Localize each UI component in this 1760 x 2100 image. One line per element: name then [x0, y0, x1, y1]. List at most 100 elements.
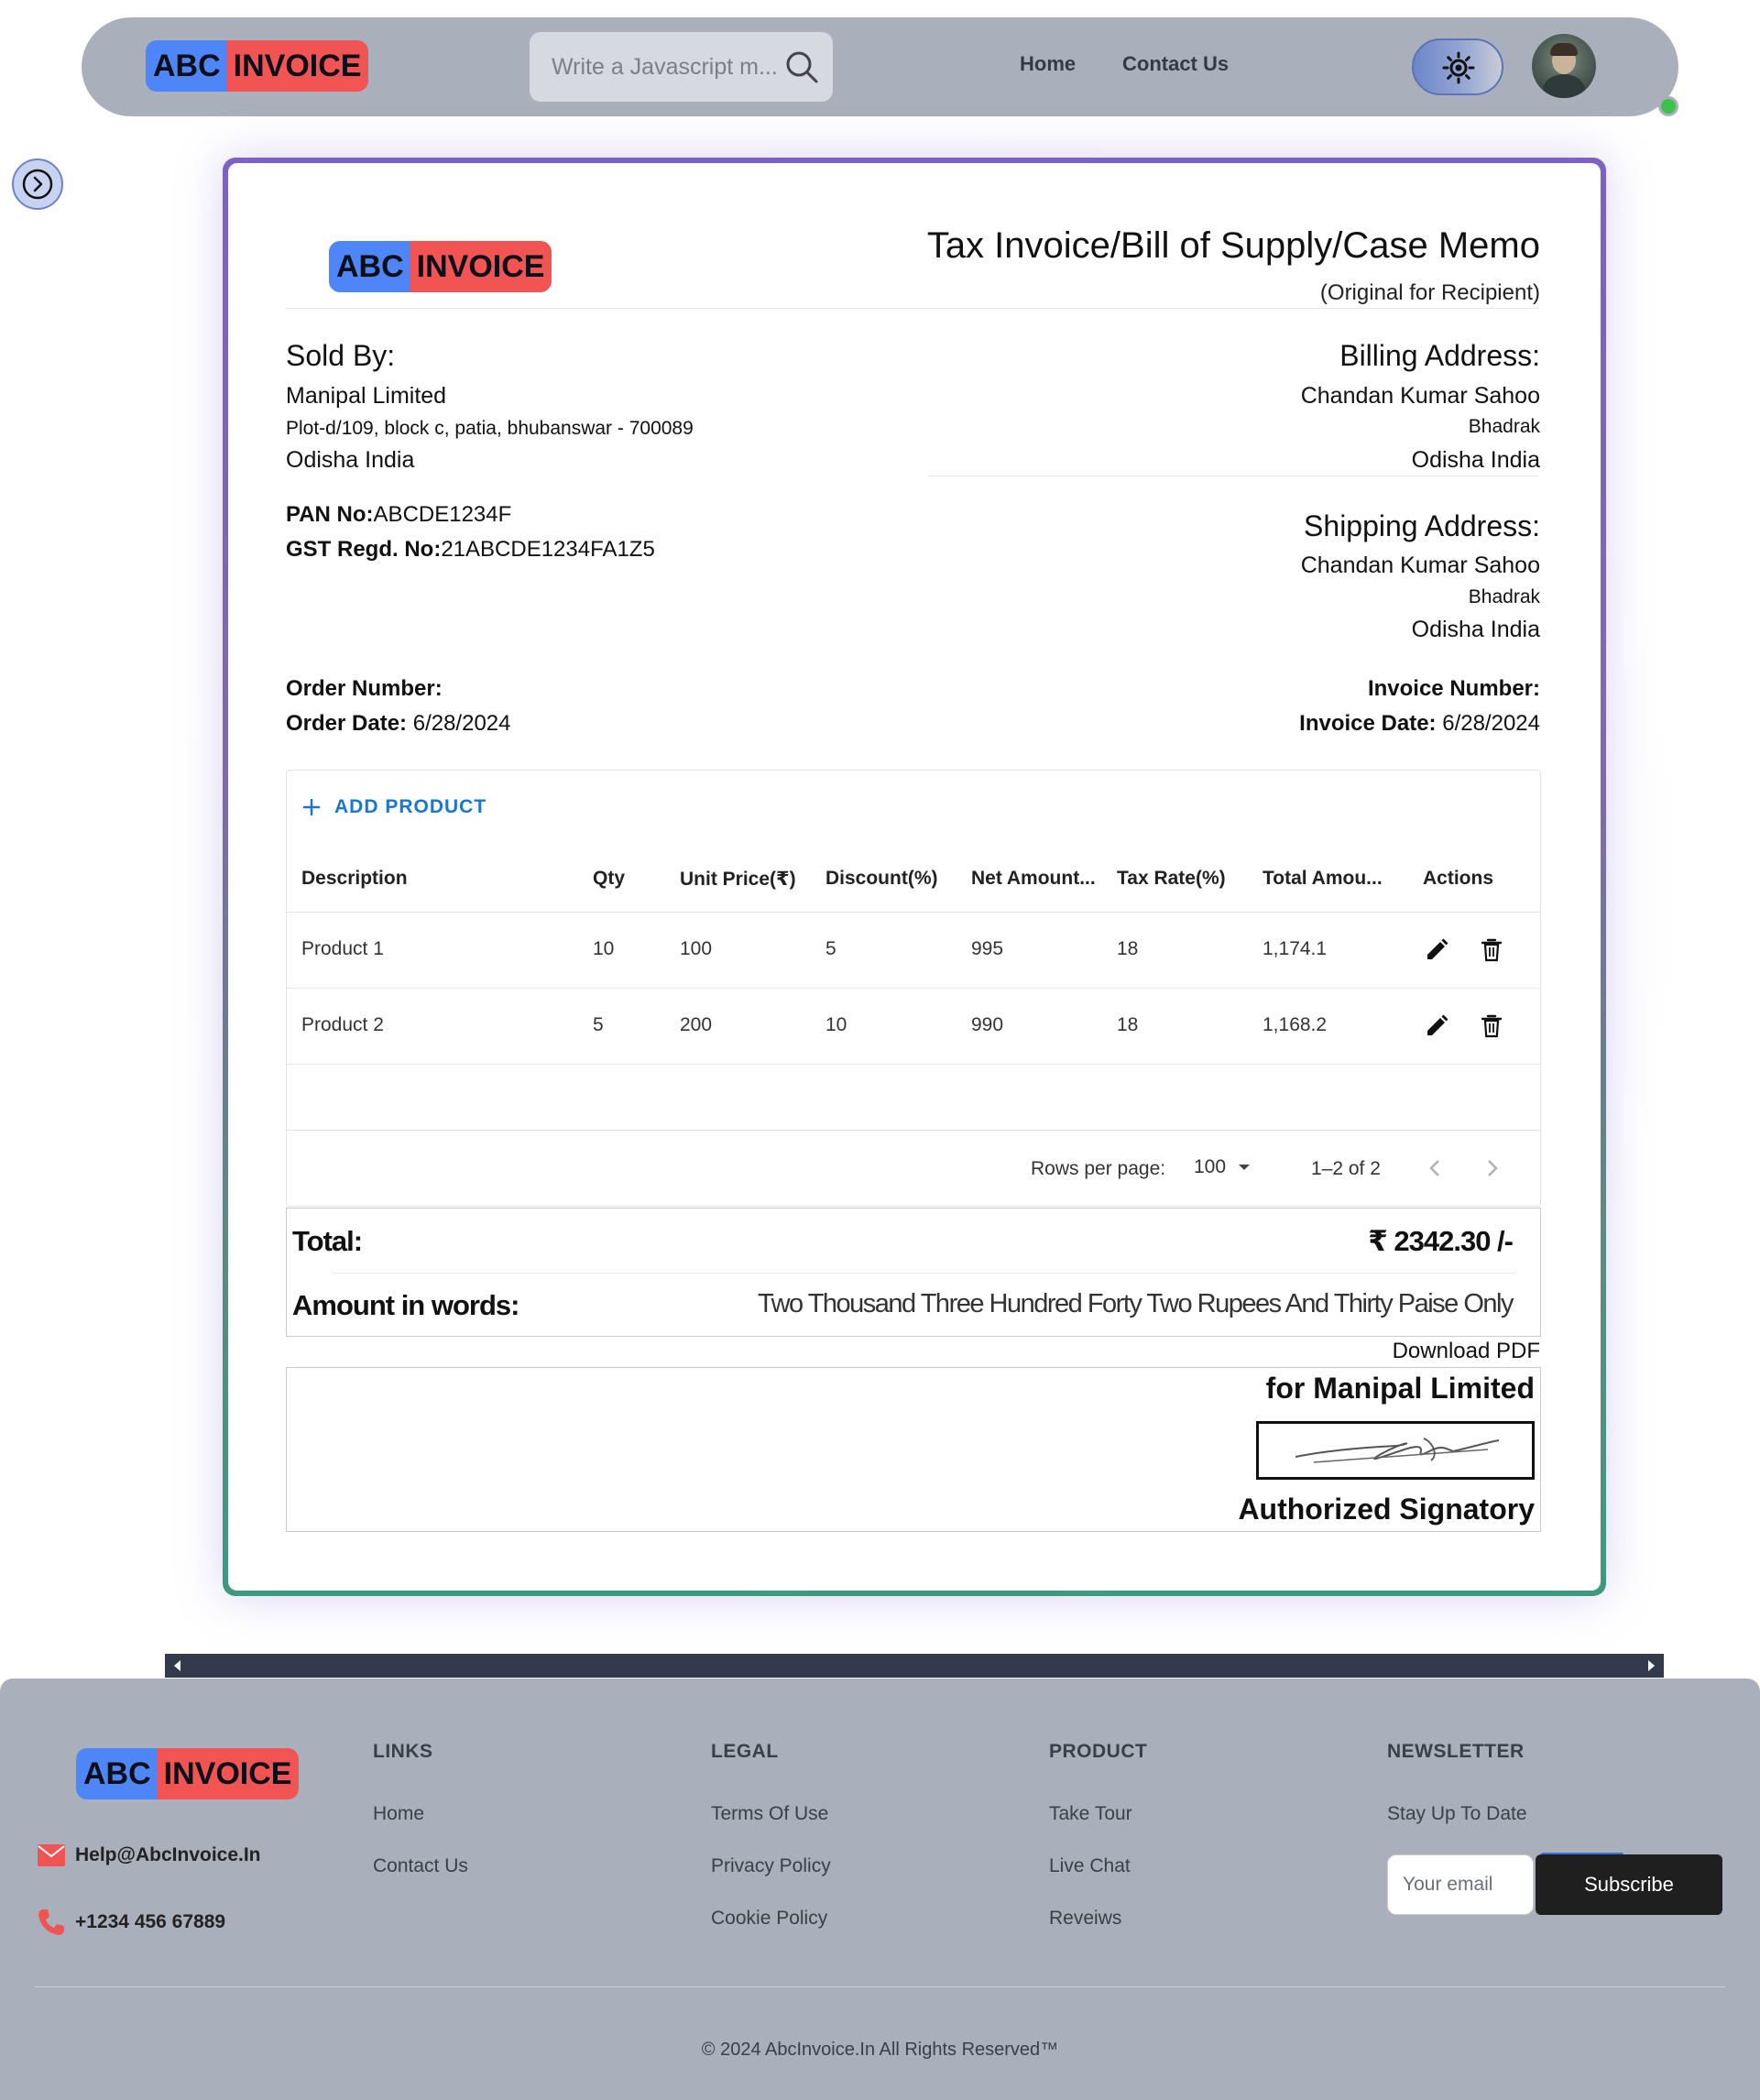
- search-box: [530, 32, 833, 102]
- cell-discount: 5: [825, 938, 836, 959]
- mail-icon: [38, 1844, 65, 1866]
- amount-in-words-value: Two Thousand Three Hundred Forty Two Rup…: [757, 1289, 1514, 1318]
- billing-state: Odisha India: [1411, 447, 1540, 473]
- billing-city: Bhadrak: [1468, 416, 1540, 437]
- shipping-city: Bhadrak: [1468, 586, 1540, 607]
- nav-link-contact[interactable]: Contact Us: [1122, 52, 1229, 76]
- order-number-label: Order Number:: [286, 676, 443, 701]
- nav-link-home[interactable]: Home: [1020, 52, 1076, 76]
- invoice-subtitle: (Original for Recipient): [1319, 280, 1540, 305]
- search-input[interactable]: [552, 49, 781, 85]
- footer-phone-text: +1234 456 67889: [75, 1911, 226, 1932]
- add-product-label: ADD PRODUCT: [334, 796, 487, 817]
- column-header[interactable]: Total Amou...: [1263, 868, 1383, 890]
- signature-box: for Manipal Limited Authorized Signatory: [286, 1367, 1541, 1532]
- column-header[interactable]: Tax Rate(%): [1117, 868, 1226, 890]
- brand-logo[interactable]: ABC INVOICE: [146, 40, 369, 92]
- delete-icon[interactable]: [1478, 1012, 1505, 1040]
- table-pagination: Rows per page: 100 1–2 of 2: [287, 1131, 1540, 1208]
- billing-heading: Billing Address:: [1339, 339, 1540, 372]
- online-status-dot: [1658, 96, 1678, 116]
- sun-icon: [1442, 51, 1475, 84]
- newsletter-email-input[interactable]: [1387, 1854, 1534, 1915]
- copyright: © 2024 AbcInvoice.In All Rights Reserved…: [701, 2040, 1059, 2060]
- product-table: ADD PRODUCT Description Qty Unit Price(₹…: [286, 770, 1541, 1207]
- cell-qty: 5: [593, 1014, 604, 1035]
- invoice-title: Tax Invoice/Bill of Supply/Case Memo: [926, 225, 1540, 266]
- amount-in-words-label: Amount in words:: [292, 1289, 519, 1321]
- gst-label: GST Regd. No:: [286, 537, 442, 562]
- signature-scribble: [1295, 1438, 1500, 1463]
- table-row[interactable]: Product 1 10 100 5 995 18 1,174.1: [287, 913, 1540, 989]
- site-footer: ABC INVOICE Help@AbcInvoice.In +1234 456…: [0, 1679, 1760, 2100]
- footer-link-reviews[interactable]: Reveiws: [1049, 1908, 1121, 1930]
- footer-link-cookie[interactable]: Cookie Policy: [711, 1908, 827, 1930]
- seller-name: Manipal Limited: [286, 383, 447, 409]
- theme-toggle-button[interactable]: [1412, 38, 1503, 95]
- signature-image: [1256, 1421, 1535, 1480]
- column-header: Actions: [1423, 868, 1494, 889]
- subscribe-button[interactable]: Subscribe: [1536, 1854, 1722, 1915]
- horizontal-scrollbar[interactable]: [165, 1654, 1664, 1678]
- order-date-value: 6/28/2024: [412, 711, 511, 736]
- invoice-card-border: ABC INVOICE Tax Invoice/Bill of Supply/C…: [223, 158, 1606, 1596]
- cell-net-amount: 995: [971, 938, 1004, 959]
- pan-value: ABCDE1234F: [373, 502, 512, 527]
- footer-link-home[interactable]: Home: [373, 1803, 424, 1825]
- table-empty-space: [287, 1065, 1540, 1131]
- table-row[interactable]: Product 2 5 200 10 990 18 1,168.2: [287, 989, 1540, 1065]
- column-header[interactable]: Qty: [593, 868, 625, 890]
- search-icon[interactable]: [783, 49, 820, 85]
- rows-per-page-value: 100: [1194, 1156, 1227, 1177]
- scroll-left-arrow-icon[interactable]: [174, 1660, 180, 1671]
- footer-link-tour[interactable]: Take Tour: [1049, 1803, 1132, 1825]
- column-header[interactable]: Description: [301, 868, 408, 890]
- user-avatar[interactable]: [1532, 34, 1596, 98]
- column-header[interactable]: Unit Price(₹): [680, 868, 796, 891]
- column-header[interactable]: Discount(%): [825, 868, 938, 890]
- footer-link-terms[interactable]: Terms Of Use: [711, 1803, 828, 1825]
- footer-product-heading: PRODUCT: [1049, 1741, 1148, 1762]
- pan-number: PAN No:ABCDE1234F: [286, 502, 511, 528]
- cell-unit-price: 200: [680, 1014, 713, 1035]
- caret-down-icon: [1239, 1165, 1251, 1170]
- footer-link-contact[interactable]: Contact Us: [373, 1855, 468, 1877]
- cell-net-amount: 990: [971, 1014, 1004, 1035]
- order-date-label: Order Date:: [286, 711, 408, 736]
- seller-address: Plot-d/109, block c, patia, bhubanswar -…: [286, 418, 694, 439]
- divider: [286, 308, 1539, 309]
- footer-logo[interactable]: ABC INVOICE: [76, 1748, 300, 1799]
- billing-name: Chandan Kumar Sahoo: [1300, 383, 1540, 409]
- invoice-number-label: Invoice Number:: [1367, 676, 1540, 701]
- rows-per-page-label: Rows per page:: [1031, 1158, 1166, 1179]
- add-product-button[interactable]: ADD PRODUCT: [301, 789, 486, 826]
- footer-legal-heading: LEGAL: [711, 1741, 779, 1762]
- cell-total: 1,168.2: [1263, 1014, 1328, 1035]
- newsletter-text: Stay Up To Date: [1387, 1803, 1527, 1824]
- rows-per-page-select[interactable]: 100: [1194, 1156, 1252, 1178]
- shipping-state: Odisha India: [1411, 617, 1540, 642]
- page-range: 1–2 of 2: [1311, 1158, 1381, 1179]
- sold-by-heading: Sold By:: [286, 339, 396, 372]
- table-header: Description Qty Unit Price(₹) Discount(%…: [287, 844, 1540, 913]
- footer-link-privacy[interactable]: Privacy Policy: [711, 1855, 831, 1877]
- footer-divider: [35, 1986, 1725, 1987]
- footer-link-chat[interactable]: Live Chat: [1049, 1855, 1131, 1877]
- edit-icon[interactable]: [1423, 1012, 1450, 1040]
- footer-email[interactable]: Help@AbcInvoice.In: [37, 1843, 261, 1867]
- column-header[interactable]: Net Amount...: [971, 868, 1096, 890]
- shipping-heading: Shipping Address:: [1304, 509, 1540, 542]
- edit-icon[interactable]: [1423, 936, 1450, 964]
- footer-phone[interactable]: +1234 456 67889: [37, 1908, 225, 1937]
- total-value: ₹ 2342.30 /-: [1368, 1225, 1514, 1257]
- scroll-right-arrow-icon[interactable]: [1648, 1660, 1655, 1671]
- cell-unit-price: 100: [680, 938, 713, 959]
- logo-invoice: INVOICE: [225, 40, 369, 92]
- chevron-left-icon[interactable]: [1425, 1156, 1445, 1180]
- download-pdf-link[interactable]: Download PDF: [1393, 1339, 1540, 1364]
- sidebar-toggle-button[interactable]: [12, 159, 63, 210]
- delete-icon[interactable]: [1478, 936, 1505, 964]
- chevron-right-icon[interactable]: [1482, 1156, 1503, 1180]
- gst-value: 21ABCDE1234FA1Z5: [441, 537, 655, 562]
- shipping-name: Chandan Kumar Sahoo: [1300, 552, 1540, 578]
